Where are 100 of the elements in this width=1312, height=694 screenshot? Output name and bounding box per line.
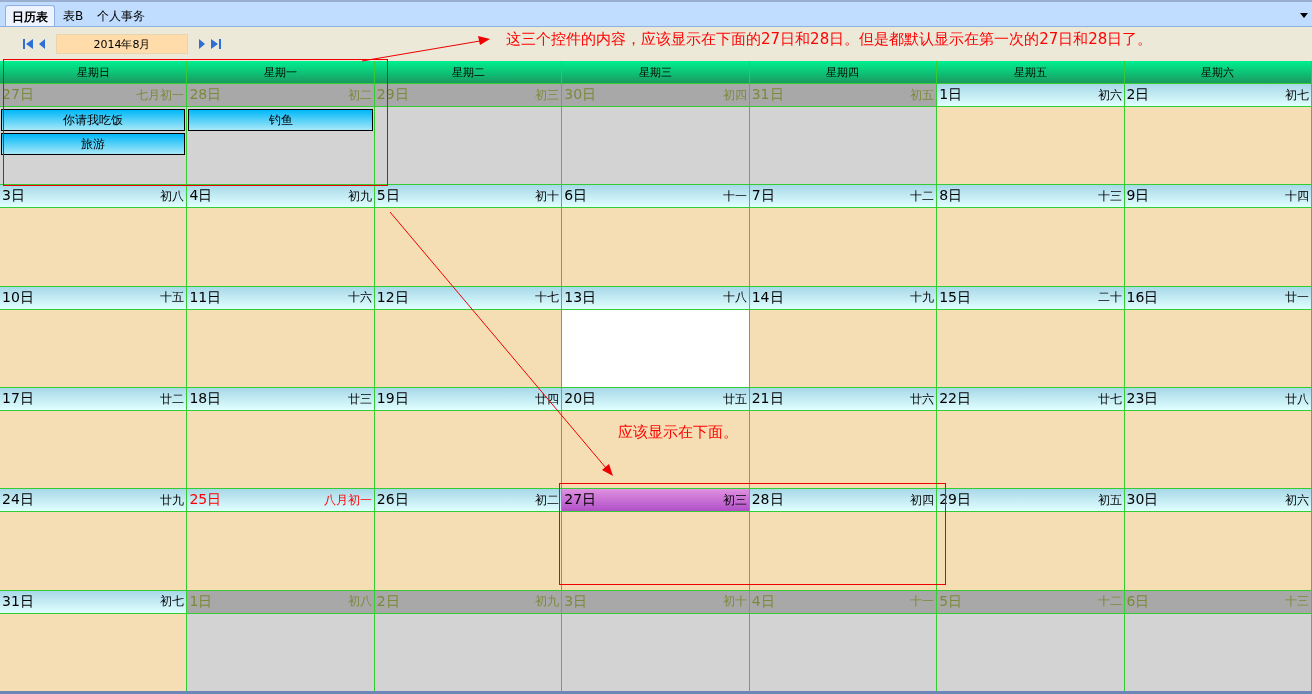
lunar-date: 初二 — [347, 86, 372, 104]
day-header[interactable]: 2日 初七 — [1124, 84, 1311, 107]
day-number: 25日 — [189, 491, 222, 510]
weekday-header: 星期一 — [187, 61, 375, 83]
day-number: 6日 — [564, 187, 588, 206]
day-number: 6日 — [1126, 592, 1150, 611]
day-header[interactable]: 1日 初六 — [937, 84, 1124, 107]
next-icon[interactable] — [198, 38, 206, 50]
weekday-header: 星期四 — [749, 61, 938, 83]
day-header[interactable]: 30日 初六 — [1124, 489, 1311, 513]
day-header[interactable]: 16日 廿一 — [1124, 286, 1311, 310]
day-header[interactable]: 22日 廿七 — [937, 388, 1124, 411]
day-body[interactable]: 钓鱼 — [187, 107, 374, 185]
dropdown-caret-icon[interactable] — [1300, 13, 1308, 18]
day-header[interactable]: 9日 十四 — [1124, 185, 1311, 209]
lunar-date: 廿八 — [1285, 390, 1309, 408]
day-number: 24日 — [2, 491, 34, 510]
day-header[interactable]: 26日 初二 — [374, 489, 562, 513]
day-number: 13日 — [564, 288, 597, 307]
event-button[interactable]: 旅游 — [1, 133, 186, 155]
day-header[interactable]: 20日 廿五 — [562, 388, 749, 411]
day-number: 2日 — [376, 592, 400, 611]
month-field[interactable]: 2014年8月 — [56, 34, 188, 54]
lunar-date: 初六 — [1097, 86, 1122, 104]
lunar-date: 十四 — [1285, 187, 1309, 205]
day-header[interactable]: 24日 廿九 — [0, 489, 187, 513]
day-body[interactable] — [749, 309, 937, 387]
lunar-date: 廿三 — [347, 390, 372, 408]
day-body[interactable] — [749, 512, 937, 590]
day-header[interactable]: 31日 初七 — [0, 590, 187, 614]
day-body[interactable] — [374, 309, 562, 387]
day-header[interactable]: 28日 初四 — [749, 489, 937, 513]
day-number: 10日 — [2, 288, 34, 307]
day-body[interactable] — [562, 411, 749, 489]
day-number: 5日 — [376, 187, 400, 206]
day-header[interactable]: 15日 二十 — [937, 286, 1124, 310]
tab[interactable]: 表B — [57, 5, 90, 26]
lunar-date: 十三 — [1285, 593, 1309, 611]
lunar-date: 初四 — [910, 491, 935, 509]
day-header[interactable]: 3日 初八 — [0, 185, 187, 209]
day-number: 23日 — [1126, 390, 1159, 408]
day-header[interactable]: 14日 十九 — [749, 286, 937, 310]
day-number: 19日 — [376, 390, 409, 408]
day-body[interactable]: 你请我吃饭 旅游 — [0, 107, 187, 185]
tab[interactable]: 日历表 — [5, 5, 55, 26]
day-body[interactable] — [749, 107, 937, 185]
day-number: 30日 — [564, 86, 597, 104]
day-header[interactable]: 12日 十七 — [374, 286, 562, 310]
day-header[interactable]: 17日 廿二 — [0, 388, 187, 411]
day-number: 11日 — [189, 288, 222, 307]
day-number: 1日 — [189, 592, 213, 611]
lunar-date: 廿五 — [722, 390, 747, 408]
lunar-date: 十二 — [910, 187, 935, 205]
annotation-text: 应该显示在下面。 — [618, 423, 738, 442]
day-body[interactable] — [374, 411, 562, 489]
previous-icon[interactable] — [38, 38, 46, 50]
tab[interactable]: 个人事务 — [91, 5, 152, 26]
day-header[interactable]: 27日 初三 — [562, 489, 749, 513]
lunar-date: 廿四 — [535, 390, 560, 408]
weekday-header: 星期二 — [374, 61, 563, 83]
lunar-date: 初九 — [347, 187, 372, 205]
day-header[interactable]: 11日 十六 — [187, 286, 374, 310]
day-number: 16日 — [1126, 288, 1159, 307]
last-page-icon[interactable] — [210, 38, 222, 50]
day-number: 31日 — [751, 86, 784, 104]
day-body[interactable] — [749, 411, 937, 489]
day-header[interactable]: 7日 十二 — [749, 185, 937, 209]
day-header[interactable]: 18日 廿三 — [187, 388, 374, 411]
day-header[interactable]: 8日 十三 — [937, 185, 1124, 209]
day-body[interactable] — [374, 613, 562, 691]
day-header[interactable]: 10日 十五 — [0, 286, 187, 310]
day-number: 30日 — [1126, 491, 1159, 510]
day-header[interactable]: 23日 廿八 — [1124, 388, 1311, 411]
day-number: 14日 — [751, 288, 784, 307]
lunar-date: 廿六 — [910, 390, 935, 408]
day-body[interactable] — [374, 107, 562, 185]
day-number: 3日 — [2, 187, 25, 206]
day-header[interactable]: 21日 廿六 — [749, 388, 937, 411]
lunar-date: 初九 — [535, 593, 560, 611]
lunar-date: 初七 — [1285, 86, 1309, 104]
day-body[interactable] — [749, 613, 937, 691]
lunar-date: 初十 — [722, 593, 747, 611]
day-header[interactable]: 13日 十八 — [562, 286, 749, 310]
day-header[interactable]: 4日 初九 — [187, 185, 374, 209]
lunar-date: 初三 — [535, 86, 560, 104]
day-number: 18日 — [189, 390, 222, 408]
day-header[interactable]: 19日 廿四 — [374, 388, 562, 411]
event-button[interactable]: 你请我吃饭 — [1, 109, 186, 131]
day-number: 7日 — [751, 187, 775, 206]
day-number: 9日 — [1126, 187, 1150, 206]
lunar-date: 初八 — [160, 187, 185, 205]
weekday-header: 星期日 — [0, 61, 188, 83]
day-number: 20日 — [564, 390, 597, 408]
lunar-date: 七月初一 — [136, 86, 185, 104]
first-page-icon[interactable] — [22, 38, 34, 50]
day-header[interactable]: 6日 十一 — [562, 185, 749, 209]
event-button[interactable]: 钓鱼 — [188, 109, 373, 131]
day-number: 22日 — [939, 390, 971, 408]
lunar-date: 初七 — [160, 593, 185, 611]
day-header[interactable]: 5日 初十 — [374, 185, 562, 209]
